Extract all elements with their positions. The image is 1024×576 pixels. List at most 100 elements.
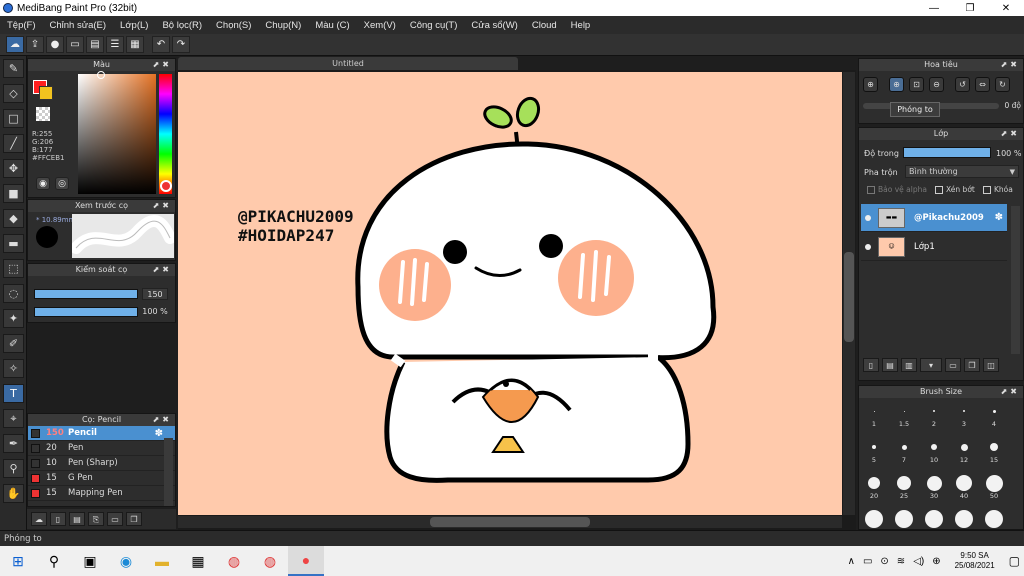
- tray-volume-icon[interactable]: ◁): [913, 556, 924, 567]
- magic-wand-icon[interactable]: ✦: [3, 309, 24, 328]
- task-view-icon[interactable]: ▣: [72, 546, 108, 576]
- add-layer-dropdown-icon[interactable]: ▾: [920, 358, 942, 372]
- move-tool-icon[interactable]: ✥: [3, 159, 24, 178]
- tray-language-icon[interactable]: ⊕: [932, 556, 940, 567]
- file-explorer-icon[interactable]: ▬: [144, 546, 180, 576]
- hue-marker[interactable]: [160, 180, 172, 192]
- copy-brush-icon[interactable]: ⎘: [88, 512, 104, 526]
- brush-opacity-slider[interactable]: [34, 307, 138, 317]
- vertical-scroll-thumb[interactable]: [844, 252, 854, 342]
- eraser-tool-icon[interactable]: ◇: [3, 84, 24, 103]
- select-eraser-icon[interactable]: ✧: [3, 359, 24, 378]
- secondary-color-swatch[interactable]: [39, 86, 53, 100]
- color-picker-marker[interactable]: [97, 71, 105, 79]
- lasso-tool-icon[interactable]: ◌: [3, 284, 24, 303]
- menu-snap[interactable]: Chụp(N): [258, 20, 308, 31]
- cloud-icon[interactable]: ☁: [6, 36, 24, 53]
- maximize-button[interactable]: ❐: [952, 3, 988, 14]
- protect-alpha-checkbox[interactable]: Bảo vệ alpha: [867, 185, 927, 194]
- fill-rect-tool-icon[interactable]: ■: [3, 184, 24, 203]
- brush-size-option[interactable]: 25: [891, 474, 917, 500]
- brush-size-option[interactable]: 1.5: [891, 402, 917, 428]
- brush-size-option[interactable]: 30: [921, 474, 947, 500]
- tray-network-icon[interactable]: ▭: [863, 556, 872, 567]
- tray-chevron-icon[interactable]: ∧: [848, 556, 855, 567]
- chat-icon[interactable]: ▭: [66, 36, 84, 53]
- brush-size-option[interactable]: [951, 510, 977, 528]
- new-layer-icon[interactable]: ▯: [863, 358, 879, 372]
- layer-settings-gear-icon[interactable]: ✽: [995, 212, 1003, 223]
- rotate-left-icon[interactable]: ↺: [955, 77, 970, 92]
- medibang-taskbar-icon[interactable]: ●: [288, 546, 324, 576]
- brush-tool-icon[interactable]: ✎: [3, 59, 24, 78]
- layer-scrollbar[interactable]: [1011, 206, 1020, 354]
- brush-item-pen[interactable]: 20 Pen: [28, 441, 175, 456]
- color-history-icon[interactable]: ◎: [55, 177, 69, 190]
- menu-window[interactable]: Cửa sổ(W): [464, 20, 524, 31]
- transparent-color-swatch[interactable]: [36, 107, 50, 121]
- brush-size-option[interactable]: 20: [861, 474, 887, 500]
- bucket-tool-icon[interactable]: ◆: [3, 209, 24, 228]
- tray-display-icon[interactable]: ⊙: [880, 556, 888, 567]
- redo-icon[interactable]: ↷: [172, 36, 190, 53]
- horizontal-scrollbar[interactable]: [178, 516, 842, 528]
- brush-item-mapping-pen[interactable]: 15 Mapping Pen: [28, 486, 175, 501]
- menu-color[interactable]: Màu (C): [308, 20, 356, 31]
- flip-icon[interactable]: ⇔: [975, 77, 990, 92]
- brush-size-option[interactable]: [861, 510, 887, 528]
- brush-item-g-pen[interactable]: 15 G Pen: [28, 471, 175, 486]
- select-pen-icon[interactable]: ✐: [3, 334, 24, 353]
- brush-size-option[interactable]: [891, 510, 917, 528]
- new-brush-icon[interactable]: ▯: [50, 512, 66, 526]
- brush-size-option[interactable]: [921, 510, 947, 528]
- new-layer-1bit-icon[interactable]: ▥: [901, 358, 917, 372]
- brush-size-option[interactable]: 5: [861, 438, 887, 464]
- cloud-brush-icon[interactable]: ☁: [31, 512, 47, 526]
- zoom-in-active-icon[interactable]: ⊕: [889, 77, 904, 92]
- menu-view[interactable]: Xem(V): [357, 20, 403, 31]
- close-button[interactable]: ✕: [988, 3, 1024, 14]
- rectangle-tool-icon[interactable]: □: [3, 109, 24, 128]
- duplicate-icon[interactable]: ❐: [126, 512, 142, 526]
- windows-start-icon[interactable]: ⊞: [0, 546, 36, 576]
- notification-icon[interactable]: ▢: [1009, 554, 1020, 568]
- undo-icon[interactable]: ↶: [152, 36, 170, 53]
- store-icon[interactable]: ▦: [180, 546, 216, 576]
- chrome-profile-icon[interactable]: ◍: [252, 546, 288, 576]
- comment-icon[interactable]: ●: [46, 36, 64, 53]
- rotate-right-icon[interactable]: ↻: [995, 77, 1010, 92]
- gradient-tool-icon[interactable]: ▬: [3, 234, 24, 253]
- chrome-icon[interactable]: ◍: [216, 546, 252, 576]
- brush-size-option[interactable]: 50: [981, 474, 1007, 500]
- brush-size-option[interactable]: 12: [951, 438, 977, 464]
- folder-icon[interactable]: ▭: [107, 512, 123, 526]
- zoom-in-icon[interactable]: ⊕: [863, 77, 878, 92]
- brush-size-option[interactable]: 40: [951, 474, 977, 500]
- layer-folder-icon[interactable]: ▭: [945, 358, 961, 372]
- divide-tool-icon[interactable]: ✒: [3, 434, 24, 453]
- export-icon[interactable]: ⇪: [26, 36, 44, 53]
- fit-icon[interactable]: ⊡: [909, 77, 924, 92]
- saturation-value-picker[interactable]: [78, 74, 156, 194]
- layer-row-pikachu2009[interactable]: ▬▬ @Pikachu2009 ✽: [861, 204, 1007, 232]
- zoom-out-icon[interactable]: ⊖: [929, 77, 944, 92]
- panel-controls-icon[interactable]: ⬈✖: [1001, 128, 1020, 140]
- panel-controls-icon[interactable]: ⬈✖: [153, 200, 172, 212]
- menu-file[interactable]: Tệp(F): [0, 20, 43, 31]
- select-tool-icon[interactable]: ⬚: [3, 259, 24, 278]
- lock-checkbox[interactable]: Khóa: [983, 185, 1013, 194]
- new-layer-8bit-icon[interactable]: ▤: [882, 358, 898, 372]
- minimize-button[interactable]: —: [916, 3, 952, 14]
- brush-item-pencil[interactable]: 150 Pencil ✽: [28, 426, 175, 441]
- brush-size-option[interactable]: 10: [921, 438, 947, 464]
- canvas-page[interactable]: @PIKACHU2009 #HOIDAP247: [178, 72, 842, 515]
- add-brush-icon[interactable]: ▤: [69, 512, 85, 526]
- menu-cloud[interactable]: Cloud: [525, 20, 564, 31]
- brush-item-pen-sharp[interactable]: 10 Pen (Sharp): [28, 456, 175, 471]
- page-icon[interactable]: ▤: [86, 36, 104, 53]
- duplicate-layer-icon[interactable]: ❐: [964, 358, 980, 372]
- brush-size-option[interactable]: 7: [891, 438, 917, 464]
- panel-controls-icon[interactable]: ⬈✖: [153, 59, 172, 71]
- merge-layer-icon[interactable]: ◫: [983, 358, 999, 372]
- menu-help[interactable]: Help: [564, 20, 598, 31]
